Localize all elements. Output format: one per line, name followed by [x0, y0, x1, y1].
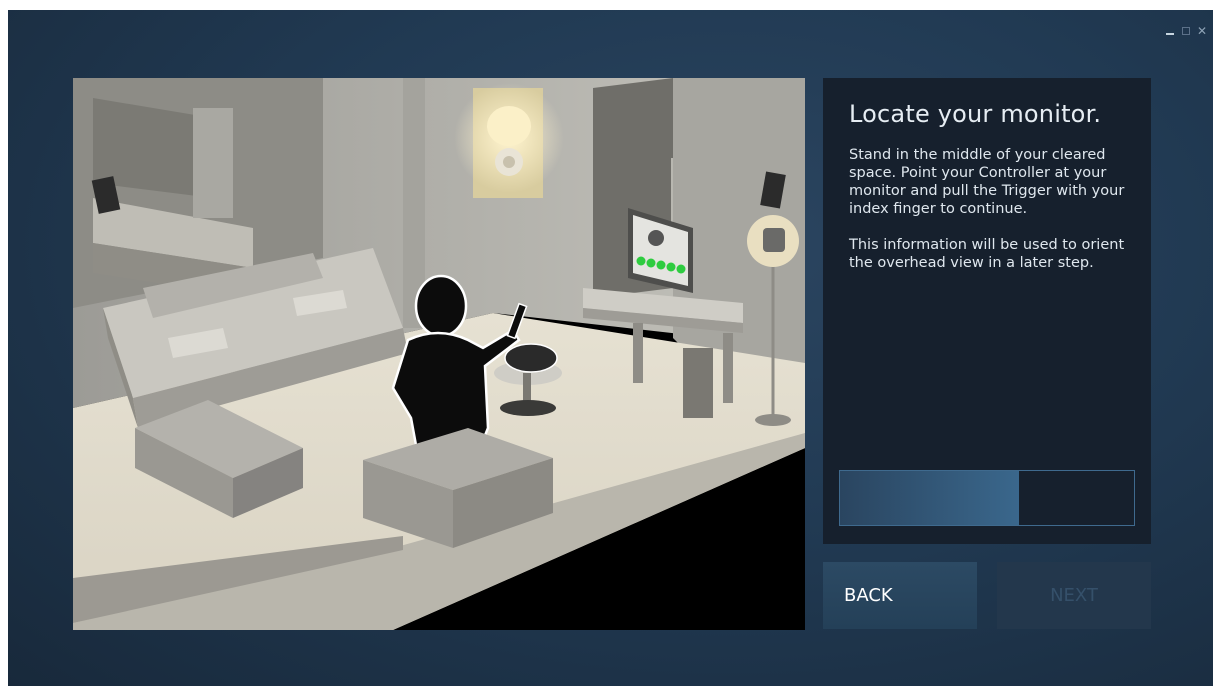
- indicator-dot: [646, 258, 656, 268]
- window-controls: ✕: [1165, 25, 1207, 37]
- back-button[interactable]: BACK: [823, 562, 977, 629]
- next-button[interactable]: NEXT: [997, 562, 1151, 629]
- panel-body: Stand in the middle of your cleared spac…: [849, 146, 1139, 290]
- close-icon[interactable]: ✕: [1197, 25, 1207, 37]
- minimize-icon[interactable]: [1165, 26, 1175, 36]
- instruction-panel: Locate your monitor. Stand in the middle…: [823, 78, 1151, 544]
- indicator-dot: [666, 262, 676, 272]
- step-progress-bar: [839, 470, 1135, 526]
- instruction-paragraph: This information will be used to orient …: [849, 237, 1125, 271]
- progress-fill: [840, 471, 1020, 525]
- maximize-icon[interactable]: [1181, 26, 1191, 36]
- instruction-paragraph: Stand in the middle of your cleared spac…: [849, 147, 1125, 217]
- room-drawing: [73, 78, 805, 630]
- panel-title: Locate your monitor.: [849, 100, 1102, 128]
- room-setup-window: ✕ Locate your monitor. Stand in the midd…: [8, 10, 1213, 686]
- indicator-dot: [676, 264, 686, 274]
- living-room-illustration: [73, 78, 805, 630]
- indicator-dot: [656, 260, 666, 270]
- indicator-dot: [636, 256, 646, 266]
